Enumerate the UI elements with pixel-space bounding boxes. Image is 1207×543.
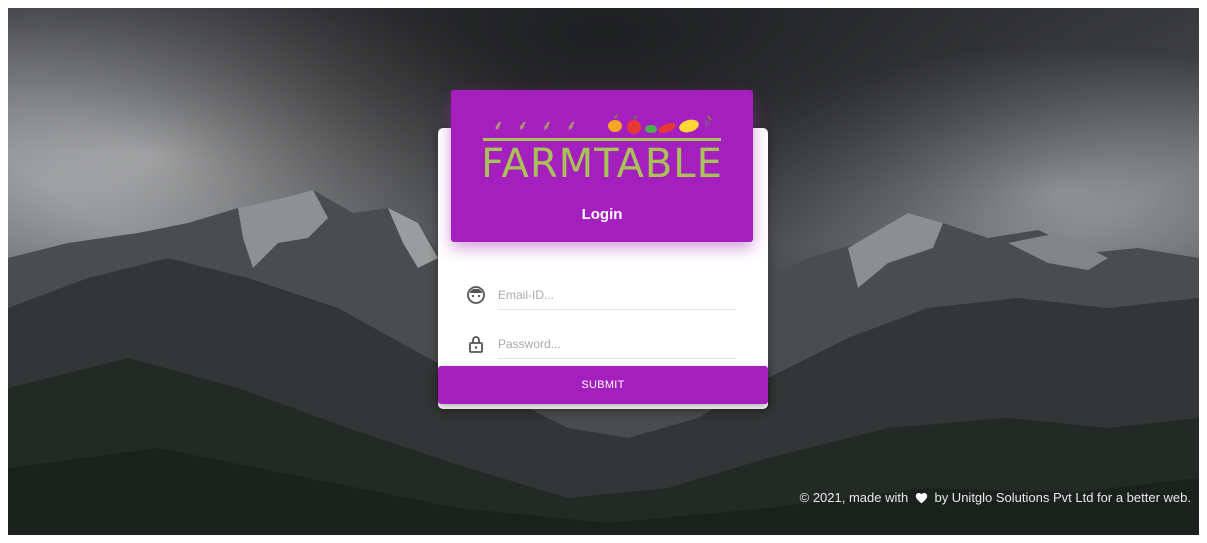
email-input[interactable]: [498, 281, 736, 310]
login-header: ⸙ ⸙ ⸙ ⸙ FARMTABLE Login: [451, 90, 753, 242]
password-field-group: [466, 328, 740, 362]
footer-suffix: by Unitglo Solutions Pvt Ltd for a bette…: [934, 490, 1191, 505]
footer-prefix: © 2021, made with: [799, 490, 909, 505]
fruit-veg-icons: [608, 114, 712, 134]
heart-icon: [915, 493, 928, 504]
farmtable-logo: ⸙ ⸙ ⸙ ⸙ FARMTABLE: [479, 112, 725, 190]
sprout-icons: ⸙ ⸙ ⸙ ⸙: [493, 117, 582, 133]
login-title: Login: [581, 206, 623, 223]
lock-icon: [469, 336, 483, 353]
footer-credits: © 2021, made with by Unitglo Solutions P…: [800, 490, 1191, 505]
password-input[interactable]: [498, 330, 736, 359]
submit-button[interactable]: SUBMIT: [438, 366, 768, 404]
logo-wordmark: FARMTABLE: [481, 141, 723, 187]
email-field-group: [466, 279, 740, 313]
face-icon: [467, 286, 485, 304]
